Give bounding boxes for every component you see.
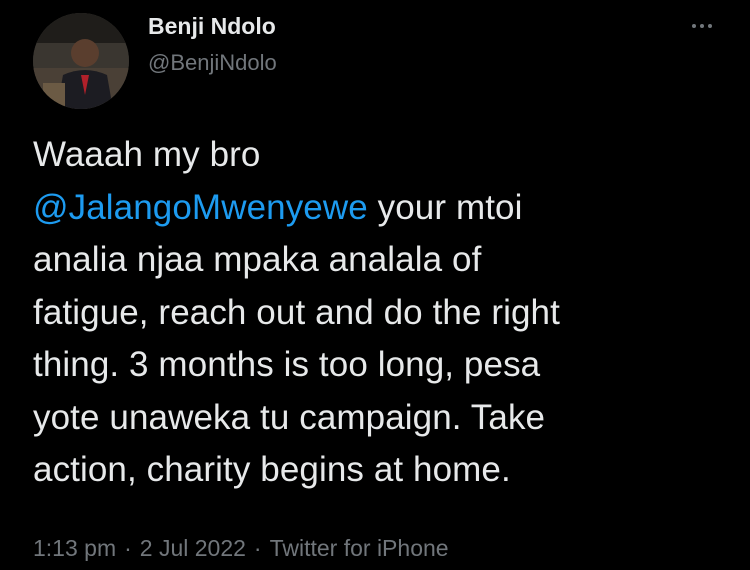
- tweet-text: Waaah my bro @JalangoMwenyewe your mtoi …: [33, 129, 733, 497]
- author-display-name[interactable]: Benji Ndolo: [148, 12, 277, 40]
- avatar-image: [33, 13, 129, 109]
- more-horizontal-icon-dot: [700, 24, 704, 28]
- tweet: Benji Ndolo @BenjiNdolo Waaah my bro @Ja…: [0, 0, 750, 570]
- tweet-line: yote unaweka tu campaign. Take: [33, 397, 546, 437]
- tweet-line: thing. 3 months is too long, pesa: [33, 345, 541, 384]
- tweet-date[interactable]: 2 Jul 2022: [140, 535, 246, 561]
- author-handle[interactable]: @BenjiNdolo: [148, 49, 277, 77]
- mention-link[interactable]: @JalangoMwenyewe: [33, 188, 368, 227]
- tweet-line: @JalangoMwenyewe your mtoi: [33, 182, 733, 235]
- more-options-button[interactable]: [686, 14, 718, 38]
- author-info: Benji Ndolo @BenjiNdolo: [148, 12, 277, 77]
- tweet-time[interactable]: 1:13 pm: [33, 535, 116, 561]
- tweet-line: fatigue, reach out and do the right: [33, 292, 560, 332]
- tweet-line: Waaah my bro: [33, 135, 261, 174]
- tweet-line-text: your mtoi: [367, 187, 523, 227]
- tweet-line: action, charity begins at home.: [33, 450, 511, 489]
- tweet-metadata: 1:13 pm · 2 Jul 2022 · Twitter for iPhone: [33, 533, 449, 563]
- meta-separator: ·: [124, 535, 132, 561]
- more-horizontal-icon-dot: [708, 24, 712, 28]
- avatar[interactable]: [33, 13, 129, 109]
- more-horizontal-icon: [692, 24, 696, 28]
- meta-separator: ·: [253, 535, 262, 561]
- tweet-line: analia njaa mpaka analala of: [33, 240, 482, 279]
- tweet-source[interactable]: Twitter for iPhone: [270, 535, 449, 561]
